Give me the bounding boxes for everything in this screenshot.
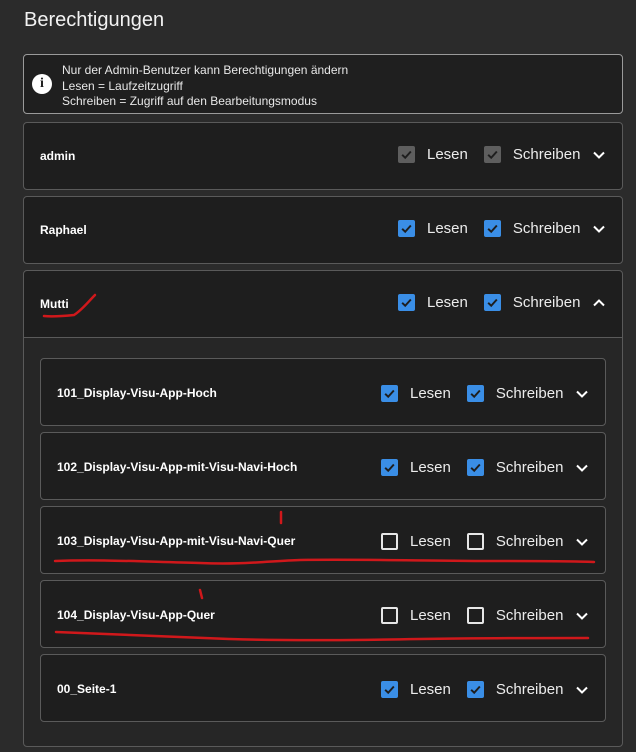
write-checkbox[interactable] bbox=[466, 607, 484, 624]
read-label: Lesen bbox=[427, 294, 468, 311]
page-panel[interactable]: 103_Display-Visu-App-mit-Visu-Navi-Quer … bbox=[40, 506, 606, 574]
page-name: 104_Display-Visu-App-Quer bbox=[57, 608, 215, 622]
write-label: Schreiben bbox=[512, 294, 581, 311]
info-icon: i bbox=[32, 74, 52, 94]
write-checkbox[interactable] bbox=[483, 220, 501, 237]
write-label: Schreiben bbox=[495, 533, 564, 550]
read-label: Lesen bbox=[410, 459, 451, 476]
read-label: Lesen bbox=[410, 533, 451, 550]
read-label: Lesen bbox=[410, 385, 451, 402]
write-checkbox[interactable] bbox=[466, 459, 484, 476]
read-checkbox[interactable] bbox=[398, 220, 415, 237]
write-label: Schreiben bbox=[495, 459, 564, 476]
user-name: admin bbox=[40, 149, 76, 163]
read-label: Lesen bbox=[427, 146, 468, 163]
chevron-down-icon[interactable] bbox=[575, 535, 589, 549]
page-panel[interactable]: 101_Display-Visu-App-Hoch Lesen Schreibe… bbox=[40, 358, 606, 426]
read-checkbox[interactable] bbox=[381, 385, 398, 402]
page-name: 103_Display-Visu-App-mit-Visu-Navi-Quer bbox=[57, 534, 296, 548]
read-checkbox[interactable] bbox=[381, 681, 398, 698]
page-name: 101_Display-Visu-App-Hoch bbox=[57, 386, 217, 400]
read-checkbox[interactable] bbox=[398, 294, 415, 311]
user-panel-admin[interactable]: admin Lesen Schreiben bbox=[23, 122, 623, 190]
chevron-down-icon[interactable] bbox=[575, 461, 589, 475]
info-line: Schreiben = Zugriff auf den Bearbeitungs… bbox=[62, 94, 317, 108]
write-checkbox[interactable] bbox=[483, 294, 501, 311]
read-checkbox[interactable] bbox=[398, 146, 415, 163]
chevron-down-icon[interactable] bbox=[592, 148, 606, 162]
write-checkbox[interactable] bbox=[466, 385, 484, 402]
write-label: Schreiben bbox=[495, 607, 564, 624]
page-panel[interactable]: 102_Display-Visu-App-mit-Visu-Navi-Hoch … bbox=[40, 432, 606, 500]
user-panel-raphael[interactable]: Raphael Lesen Schreiben bbox=[23, 196, 623, 264]
write-label: Schreiben bbox=[495, 385, 564, 402]
page-panel[interactable]: 104_Display-Visu-App-Quer Lesen Schreibe… bbox=[40, 580, 606, 648]
chevron-down-icon[interactable] bbox=[575, 609, 589, 623]
write-checkbox[interactable] bbox=[466, 533, 484, 550]
read-checkbox[interactable] bbox=[381, 607, 398, 624]
info-line: Lesen = Laufzeitzugriff bbox=[62, 78, 183, 93]
info-line: Nur der Admin-Benutzer kann Berechtigung… bbox=[62, 63, 349, 77]
page-title: Berechtigungen bbox=[24, 9, 165, 31]
info-box: i Nur der Admin-Benutzer kann Berechtigu… bbox=[23, 54, 623, 114]
page-name: 102_Display-Visu-App-mit-Visu-Navi-Hoch bbox=[57, 460, 298, 474]
user-panel-mutti[interactable]: Mutti Lesen Schreiben bbox=[23, 270, 623, 338]
read-label: Lesen bbox=[410, 681, 451, 698]
write-label: Schreiben bbox=[495, 681, 564, 698]
user-name: Mutti bbox=[40, 297, 69, 311]
page-panel[interactable]: 00_Seite-1 Lesen Schreiben bbox=[40, 654, 606, 722]
write-label: Schreiben bbox=[512, 146, 581, 163]
write-label: Schreiben bbox=[512, 220, 581, 237]
chevron-down-icon[interactable] bbox=[592, 222, 606, 236]
user-name: Raphael bbox=[40, 223, 87, 237]
read-checkbox[interactable] bbox=[381, 533, 398, 550]
read-label: Lesen bbox=[427, 220, 468, 237]
write-checkbox[interactable] bbox=[483, 146, 501, 163]
chevron-down-icon[interactable] bbox=[575, 387, 589, 401]
chevron-up-icon[interactable] bbox=[592, 296, 606, 310]
read-label: Lesen bbox=[410, 607, 451, 624]
chevron-down-icon[interactable] bbox=[575, 683, 589, 697]
read-checkbox[interactable] bbox=[381, 459, 398, 476]
write-checkbox[interactable] bbox=[466, 681, 484, 698]
page-name: 00_Seite-1 bbox=[57, 682, 117, 696]
